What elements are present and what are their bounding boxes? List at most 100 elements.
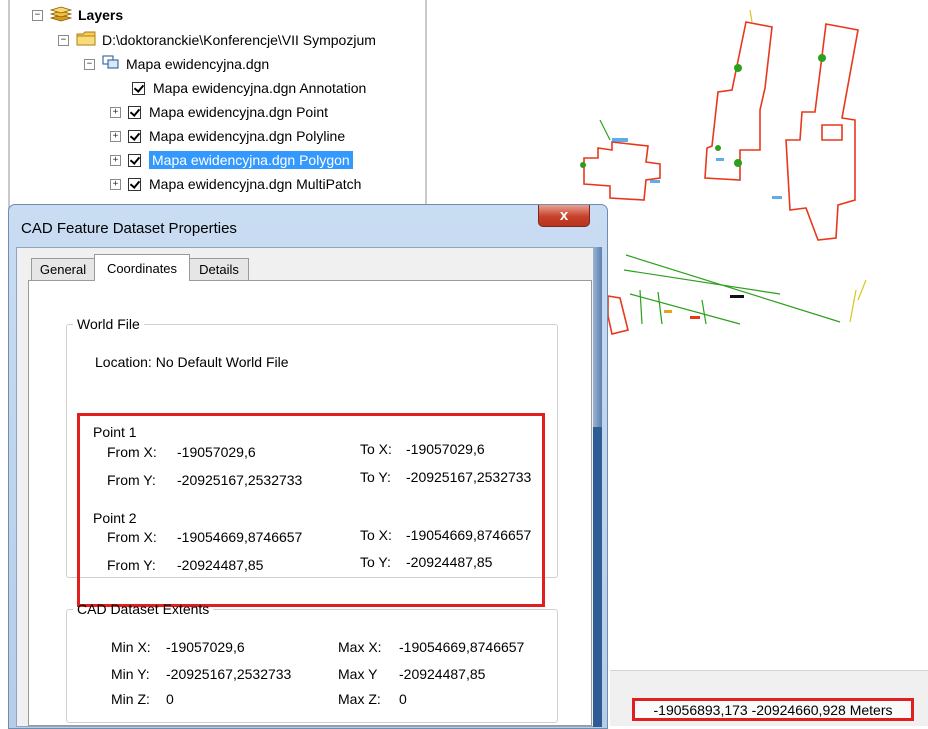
toc-layer-label: Mapa ewidencyjna.dgn Point (149, 104, 329, 120)
point1-to-y-value: -20925167,2532733 (406, 469, 532, 485)
world-file-legend: World File (77, 316, 140, 332)
point-marker (650, 180, 660, 183)
building-polygon (607, 295, 629, 335)
road-line (625, 254, 841, 323)
expand-icon[interactable]: + (110, 130, 121, 142)
building-polygon (821, 124, 843, 141)
expand-icon[interactable]: + (110, 154, 121, 166)
table-of-contents: − Layers − D:\doktoranckie\Konferencje\V… (0, 0, 432, 210)
max-y-label: Max Y (338, 666, 378, 682)
collapse-icon[interactable]: − (84, 58, 95, 70)
expand-icon[interactable]: + (110, 106, 121, 118)
point2-from-x-label: From X: (107, 529, 157, 545)
min-y-label: Min Y: (111, 666, 150, 682)
tab-label: General (39, 262, 87, 277)
tab-label: Details (199, 262, 239, 277)
point-marker (734, 159, 742, 167)
building-polygon (583, 141, 661, 201)
min-z-label: Min Z: (111, 691, 150, 707)
toc-folder-label: D:\doktoranckie\Konferencje\VII Sympozju… (102, 32, 376, 48)
point-marker (664, 310, 672, 313)
checkbox-checked-icon[interactable] (128, 177, 141, 191)
max-z-label: Max Z: (338, 691, 381, 707)
toc-left-border (8, 0, 10, 210)
tab-general[interactable]: General (31, 258, 95, 280)
checkbox-checked-icon[interactable] (128, 105, 141, 119)
point-marker (715, 145, 721, 151)
max-z-value: 0 (399, 691, 407, 707)
max-y-value: -20924487,85 (399, 666, 486, 682)
world-file-location: Location: No Default World File (95, 354, 289, 370)
point-marker (772, 196, 782, 199)
point2-to-y-label: To Y: (360, 554, 391, 570)
point-marker (818, 54, 826, 62)
building-polygon (704, 21, 773, 181)
point-marker (730, 295, 744, 298)
toc-layer-label: Mapa ewidencyjna.dgn Annotation (153, 80, 367, 96)
folder-icon (76, 31, 96, 49)
point-marker (716, 158, 724, 161)
point1-from-x-value: -19057029,6 (177, 444, 256, 460)
parcel-line (657, 291, 663, 325)
checkbox-checked-icon[interactable] (128, 153, 141, 167)
toc-layer-multipatch[interactable]: + Mapa ewidencyjna.dgn MultiPatch (110, 174, 361, 194)
layers-stack-icon (49, 6, 73, 25)
collapse-icon[interactable]: − (32, 9, 43, 21)
checkbox-checked-icon[interactable] (132, 81, 145, 95)
point2-to-x-label: To X: (360, 527, 392, 543)
toc-dataset-row[interactable]: − Mapa ewidencyjna.dgn (84, 54, 269, 74)
toc-layer-annotation[interactable]: Mapa ewidencyjna.dgn Annotation (132, 78, 366, 98)
close-button[interactable]: x (538, 205, 590, 227)
toc-layer-polyline[interactable]: + Mapa ewidencyjna.dgn Polyline (110, 126, 345, 146)
polygon-features (583, 21, 859, 335)
collapse-icon[interactable]: − (58, 34, 69, 46)
parcel-line (599, 119, 611, 141)
point2-to-y-value: -20924487,85 (406, 554, 493, 570)
expand-icon[interactable]: + (110, 178, 121, 190)
point1-from-x-label: From X: (107, 444, 157, 460)
min-z-value: 0 (166, 691, 174, 707)
building-polygon (785, 23, 859, 241)
point1-from-y-label: From Y: (107, 472, 156, 488)
min-x-value: -19057029,6 (166, 639, 245, 655)
coordinates-panel: World File Location: No Default World Fi… (28, 280, 592, 726)
toc-folder-row[interactable]: − D:\doktoranckie\Konferencje\VII Sympoz… (58, 30, 376, 50)
dialog-scrollbar[interactable] (593, 247, 602, 727)
parcel-line (701, 299, 707, 325)
toc-layer-label: Mapa ewidencyjna.dgn Polyline (149, 128, 346, 144)
point1-to-x-label: To X: (360, 441, 392, 457)
cad-extents-legend: CAD Dataset Extents (77, 601, 210, 617)
toc-layer-label: Mapa ewidencyjna.dgn MultiPatch (149, 176, 362, 192)
point1-to-x-value: -19057029,6 (406, 441, 485, 457)
status-coordinates: -19056893,173 -20924660,928 Meters (632, 698, 914, 721)
parcel-line (639, 289, 643, 325)
dialog-body: General Coordinates Details World File L… (16, 247, 598, 727)
toc-layer-point[interactable]: + Mapa ewidencyjna.dgn Point (110, 102, 328, 122)
parcel-line (629, 293, 741, 325)
checkbox-checked-icon[interactable] (128, 129, 141, 143)
point2-from-x-value: -19054669,8746657 (177, 529, 303, 545)
toc-dataset-label: Mapa ewidencyjna.dgn (126, 56, 270, 72)
point1-label: Point 1 (93, 424, 137, 440)
point2-to-x-value: -19054669,8746657 (406, 527, 532, 543)
toc-root-row[interactable]: − Layers (32, 5, 123, 25)
boundary-line (749, 9, 753, 23)
point-marker (580, 162, 586, 168)
point2-from-y-value: -20924487,85 (177, 557, 264, 573)
cad-dataset-icon (102, 55, 120, 73)
point-marker (734, 64, 742, 72)
boundary-line (857, 279, 867, 301)
scrollbar-thumb[interactable] (593, 427, 602, 727)
max-x-value: -19054669,8746657 (399, 639, 525, 655)
tab-details[interactable]: Details (189, 258, 249, 280)
toc-layer-label-selected: Mapa ewidencyjna.dgn Polygon (149, 151, 353, 169)
point1-to-y-label: To Y: (360, 469, 391, 485)
close-icon: x (559, 207, 569, 224)
toc-right-border (425, 0, 427, 210)
tab-label: Coordinates (106, 260, 178, 276)
min-y-value: -20925167,2532733 (166, 666, 292, 682)
boundary-line (849, 289, 857, 323)
toc-layer-polygon[interactable]: + Mapa ewidencyjna.dgn Polygon (110, 150, 353, 170)
min-x-label: Min X: (111, 639, 151, 655)
tab-coordinates[interactable]: Coordinates (94, 254, 190, 281)
